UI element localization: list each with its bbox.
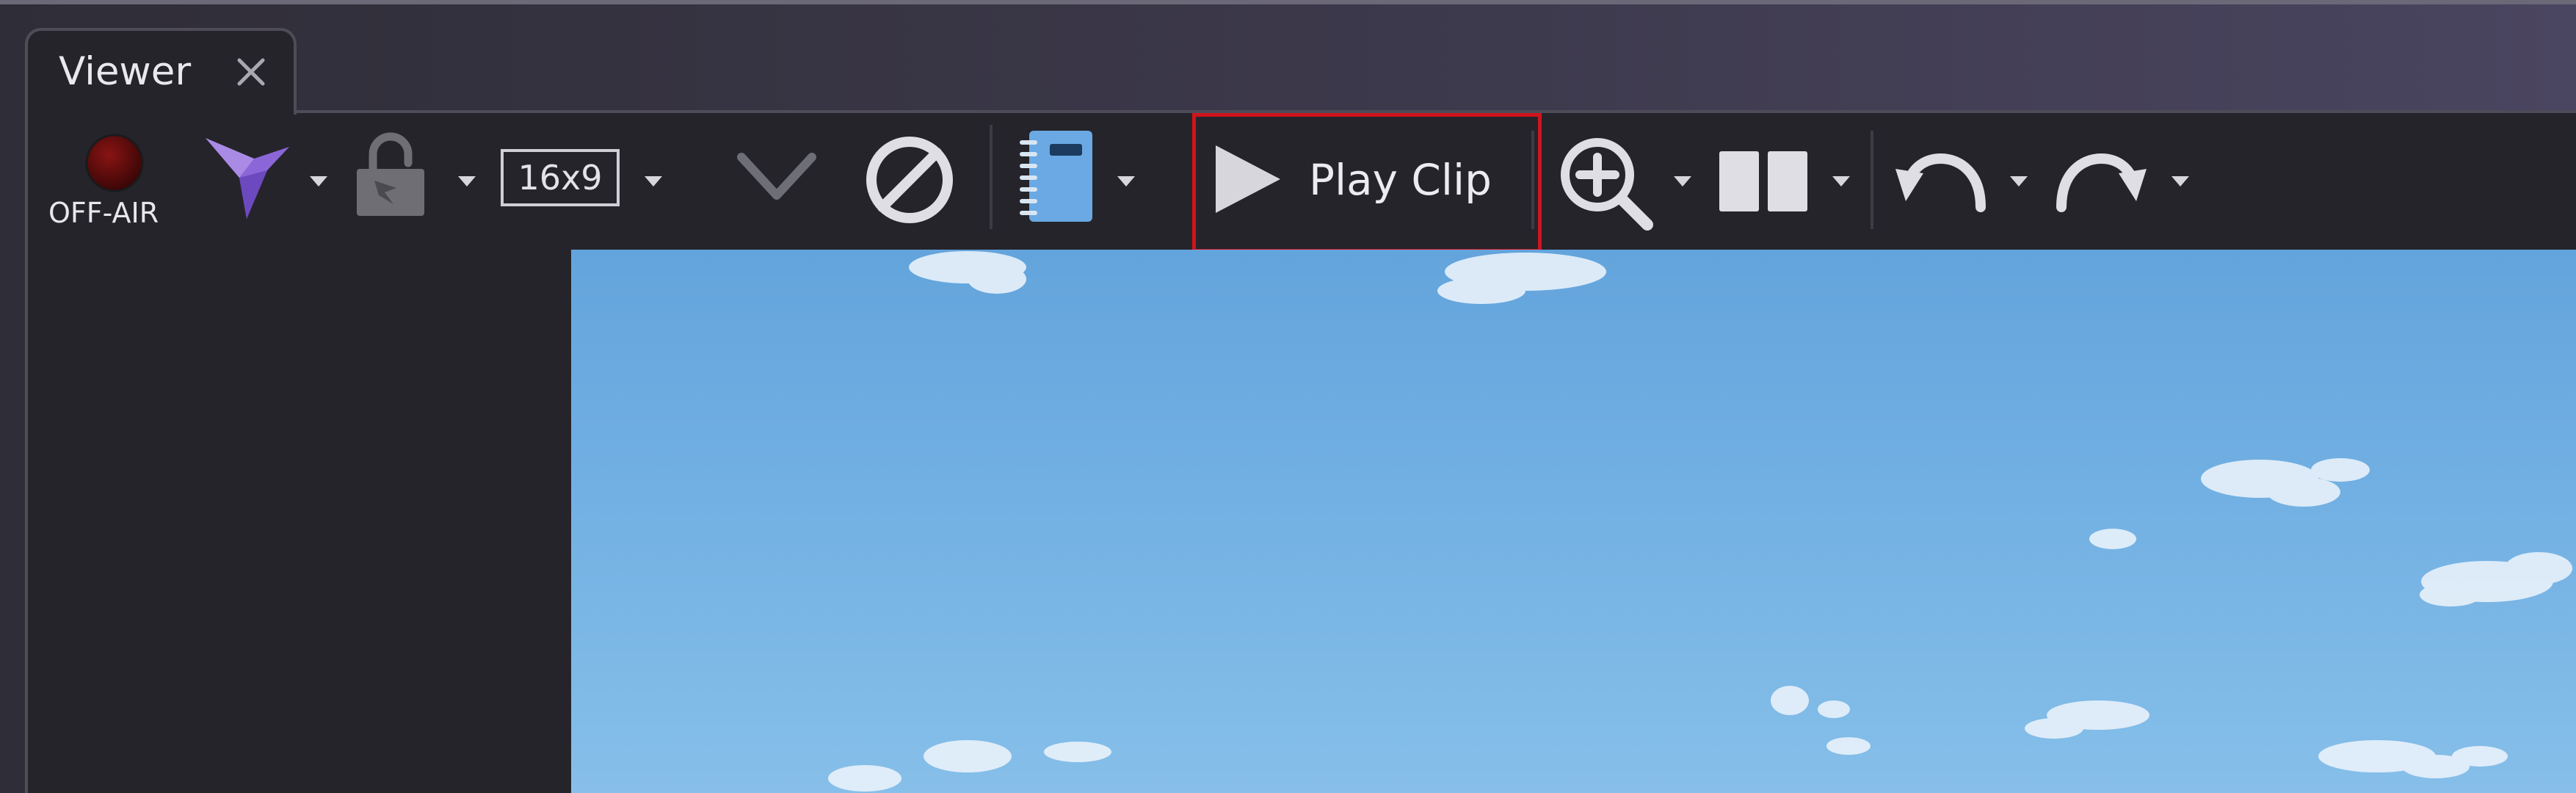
redo-dropdown-chevron[interactable] — [2170, 173, 2191, 188]
red-led-icon[interactable] — [84, 132, 145, 194]
play-clip-highlight — [1192, 113, 1542, 253]
zoom-dropdown-chevron[interactable] — [1672, 173, 1693, 188]
notebook-dropdown-chevron[interactable] — [1116, 173, 1136, 188]
notebook-icon[interactable] — [1017, 128, 1097, 225]
lock-dropdown-chevron[interactable] — [457, 173, 477, 188]
layout-dropdown-chevron[interactable] — [1831, 173, 1851, 188]
close-icon[interactable] — [232, 53, 270, 91]
redo-icon[interactable] — [2053, 142, 2148, 216]
unlock-icon[interactable] — [352, 131, 433, 217]
tab-viewer[interactable]: Viewer — [25, 28, 297, 115]
tab-title: Viewer — [59, 49, 192, 94]
undo-dropdown-chevron[interactable] — [2009, 173, 2029, 188]
aspect-dropdown-chevron[interactable] — [643, 173, 664, 188]
aspect-ratio-button[interactable]: 16x9 — [501, 149, 620, 206]
split-view-icon[interactable] — [1718, 150, 1809, 213]
zoom-in-icon[interactable] — [1555, 132, 1655, 232]
viewer-image[interactable] — [571, 250, 2576, 793]
bird-dropdown-chevron[interactable] — [308, 173, 329, 188]
undo-icon[interactable] — [1894, 142, 1989, 216]
off-air-label: OFF-AIR — [48, 197, 159, 229]
prohibited-icon[interactable] — [863, 134, 956, 226]
sky-clouds — [828, 251, 2572, 792]
toolbar-separator — [990, 125, 993, 229]
toolbar-separator — [1531, 131, 1534, 229]
bird-logo-icon[interactable] — [203, 132, 294, 223]
chevron-down-icon[interactable] — [736, 150, 818, 204]
toolbar-separator — [1871, 131, 1873, 229]
top-strip — [0, 0, 2576, 4]
